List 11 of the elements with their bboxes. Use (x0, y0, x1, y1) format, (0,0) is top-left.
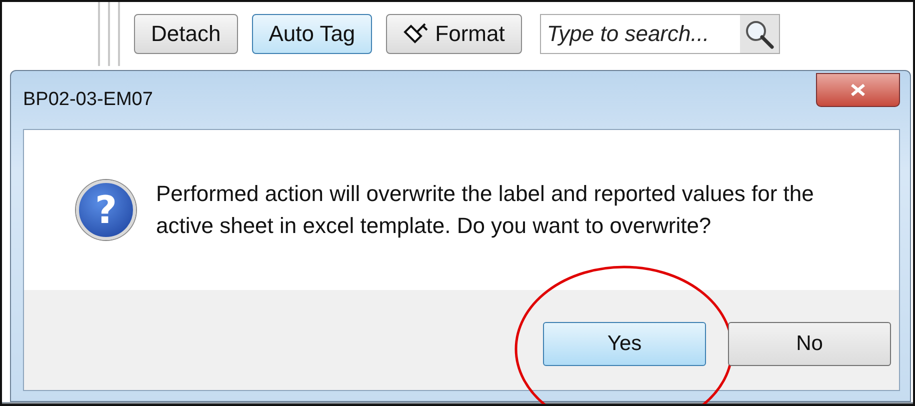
window-title: BP02-03-EM07 (23, 89, 153, 111)
dialog-message: Performed action will overwrite the label and reported values for the active sheet in excel template. Do you want to overwrite? (156, 180, 815, 240)
brush-icon (403, 22, 430, 46)
dialog-button[interactable]: Yes (543, 322, 706, 366)
format-button[interactable]: Format (386, 14, 522, 54)
toolbar-button[interactable]: Detach (134, 14, 238, 54)
toolbar-button[interactable]: Auto Tag (252, 14, 372, 54)
close-icon[interactable] (850, 84, 866, 96)
close-button[interactable] (816, 73, 900, 107)
question-icon: ? (76, 180, 136, 240)
dialog-button[interactable]: No (728, 322, 891, 366)
